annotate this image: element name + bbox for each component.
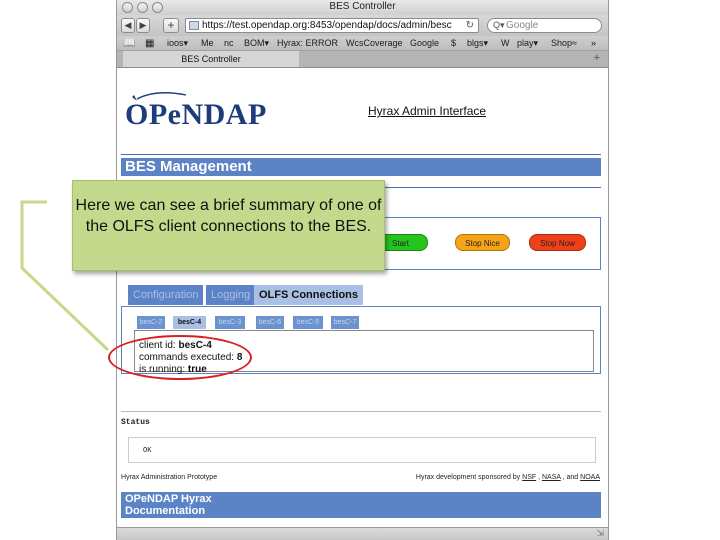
grid-icon[interactable]: ▦ [145, 38, 154, 49]
subtab-besc-2[interactable]: besC-2 [137, 316, 165, 329]
stop-nice-button[interactable]: Stop Nice [455, 234, 510, 251]
bes-management-header: BES Management [121, 158, 601, 176]
book-icon[interactable]: 📖 [123, 38, 135, 49]
highlight-ellipse [108, 335, 252, 380]
forward-arrow-icon: ▶ [139, 20, 147, 30]
subtab-besc-6[interactable]: besC-6 [256, 316, 284, 329]
annotation-callout: Here we can see a brief summary of one o… [72, 180, 385, 271]
bookmark-item[interactable]: WcsCoverage [346, 38, 403, 48]
footer-nav-bar: OPeNDAP Hyrax Documentation [121, 492, 601, 518]
plus-icon: + [167, 18, 175, 32]
page-title: BES Management [125, 158, 252, 175]
stop-now-button[interactable]: Stop Now [529, 234, 586, 251]
browser-statusbar: ⇲ [117, 527, 608, 540]
nsf-link[interactable]: NSF [522, 474, 536, 481]
bookmark-item[interactable]: blgs▾ [467, 38, 488, 49]
footer-sponsors: Hyrax development sponsored by NSF , NAS… [415, 474, 600, 481]
address-bar[interactable]: https://test.opendap.org:8453/opendap/do… [185, 18, 479, 33]
add-tab-icon[interactable]: + [594, 52, 600, 64]
new-tab-button[interactable]: + [163, 18, 179, 33]
overflow-chevron-icon[interactable]: » [591, 38, 596, 48]
resize-grip-icon[interactable]: ⇲ [596, 528, 604, 539]
bookmark-item[interactable]: $ [451, 38, 456, 48]
bookmark-item[interactable]: BOM▾ [244, 38, 269, 49]
bookmark-item[interactable]: Me [201, 38, 214, 48]
status-heading: Status [121, 418, 150, 427]
tab-olfs-connections[interactable]: OLFS Connections [254, 285, 363, 305]
subtab-besc-3[interactable]: besC-3 [215, 316, 245, 329]
url-text: https://test.opendap.org:8453/opendap/do… [202, 20, 452, 31]
status-box: OK [128, 437, 596, 463]
logo-text: OPeNDAP [125, 98, 267, 131]
noaa-link[interactable]: NOAA [580, 474, 600, 481]
forward-button[interactable]: ▶ [136, 18, 150, 33]
bookmark-item[interactable]: play▾ [517, 38, 538, 49]
back-arrow-icon: ◀ [124, 20, 132, 30]
browser-toolbar: ◀ ▶ + https://test.opendap.org:8453/open… [117, 15, 608, 36]
admin-interface-link[interactable]: Hyrax Admin Interface [368, 104, 486, 118]
window-title: BES Controller [329, 1, 396, 12]
subtab-besc-7[interactable]: besC-7 [331, 316, 359, 329]
footer-nav-line2: Documentation [125, 505, 206, 517]
bookmark-item[interactable]: Hyrax: ERROR [277, 38, 338, 48]
subtab-besc-5[interactable]: besC-5 [293, 316, 323, 329]
bookmarks-bar: 📖 ▦ ioos▾ Me nc BOM▾ Hyrax: ERROR WcsCov… [117, 36, 608, 51]
search-icon: Q▾ [493, 20, 505, 30]
tab-logging[interactable]: Logging [206, 285, 256, 305]
footer-nav-title[interactable]: OPeNDAP Hyrax Documentation [125, 493, 212, 517]
tab-bar: BES Controller + [117, 51, 608, 68]
search-placeholder: Google [506, 20, 539, 31]
footer-nav-line1: OPeNDAP Hyrax [125, 493, 212, 505]
bookmark-item[interactable]: Google [410, 38, 439, 48]
bookmark-item[interactable]: Shop≈ [551, 38, 577, 48]
status-value: OK [143, 447, 152, 455]
bookmark-item[interactable]: nc [224, 38, 234, 48]
footer-and-text: , and [562, 474, 579, 481]
browser-tab[interactable]: BES Controller [123, 51, 299, 67]
tab-configuration[interactable]: Configuration [128, 285, 204, 305]
divider [121, 154, 601, 155]
footer-sponsor-text: Hyrax development sponsored by [415, 474, 521, 481]
back-button[interactable]: ◀ [121, 18, 135, 33]
divider [121, 411, 601, 412]
site-favicon-icon [189, 21, 199, 30]
footer-prototype-label: Hyrax Administration Prototype [121, 474, 218, 481]
window-titlebar: BES Controller [117, 0, 608, 15]
nasa-link[interactable]: NASA [542, 474, 561, 481]
reload-icon[interactable]: ↻ [466, 20, 474, 31]
search-field[interactable]: Q▾ Google [487, 18, 602, 33]
bookmark-item[interactable]: ioos▾ [167, 38, 188, 49]
subtab-besc-4[interactable]: besC-4 [173, 316, 206, 329]
bookmark-item[interactable]: W [501, 38, 510, 48]
